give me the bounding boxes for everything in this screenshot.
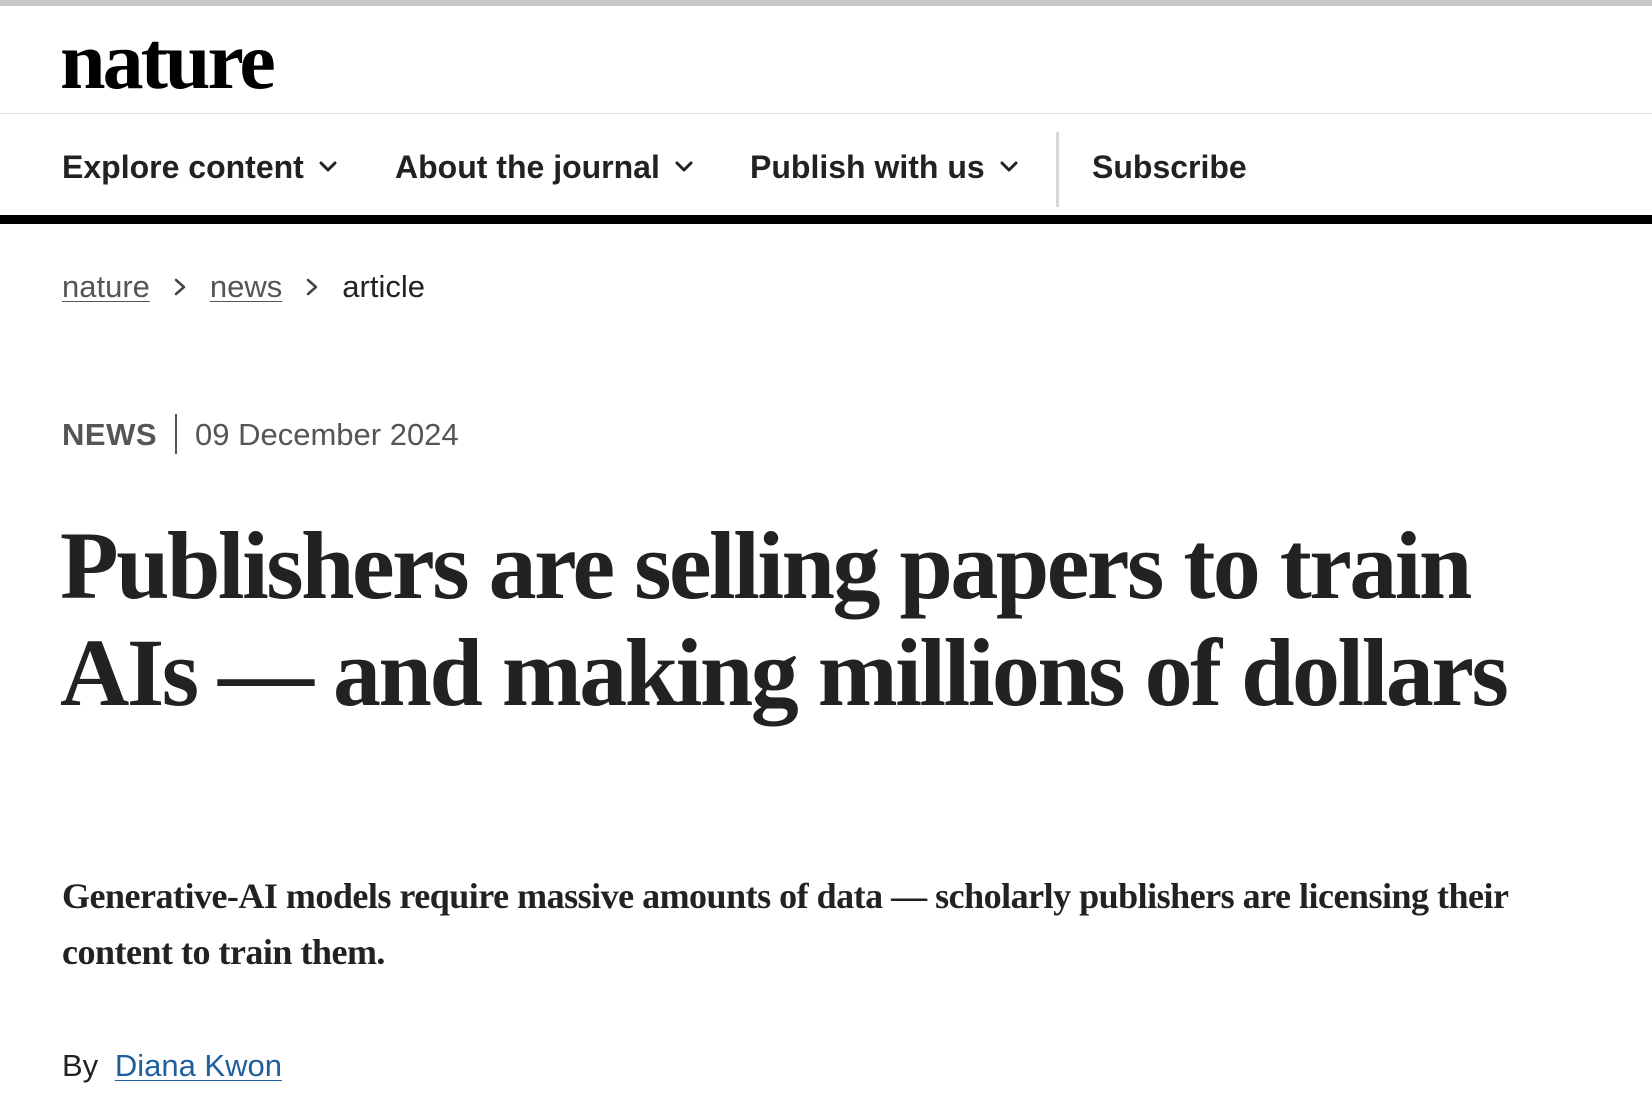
nav-item-label: Explore content [62,149,304,185]
byline-prefix: By [62,1048,99,1083]
article-byline: By Diana Kwon [62,1050,282,1081]
chevron-right-icon [307,278,318,295]
subscribe-link[interactable]: Subscribe [1092,151,1247,183]
article-title: Publishers are selling papers to train A… [60,512,1509,726]
nav-about-the-journal[interactable]: About the journal [395,151,694,183]
nav-publish-with-us[interactable]: Publish with us [750,151,1019,183]
main-nav: Explore content About the journal Publis… [0,115,1652,224]
nature-logo[interactable]: nature [60,20,276,102]
article-date: 09 December 2024 [195,416,459,452]
chevron-down-icon [675,161,693,172]
nav-explore-content[interactable]: Explore content [62,151,338,183]
author-link[interactable]: Diana Kwon [115,1048,282,1083]
chevron-down-icon [319,161,337,172]
breadcrumb-item-news[interactable]: news [210,271,282,302]
article-type-label: NEWS [62,416,157,452]
breadcrumb-item-nature[interactable]: nature [62,271,150,302]
nav-item-label: Publish with us [750,149,985,185]
nav-divider [1056,132,1059,207]
chevron-down-icon [1000,161,1018,172]
nav-item-label: About the journal [395,149,660,185]
site-header: nature [0,6,1652,114]
article-standfirst: Generative-AI models require massive amo… [62,876,1508,972]
meta-divider [175,414,177,454]
article-meta: NEWS 09 December 2024 [62,414,459,454]
chevron-right-icon [174,278,186,295]
breadcrumb: nature news article [62,271,425,302]
breadcrumb-item-article: article [342,269,425,304]
subscribe-label: Subscribe [1092,149,1247,185]
